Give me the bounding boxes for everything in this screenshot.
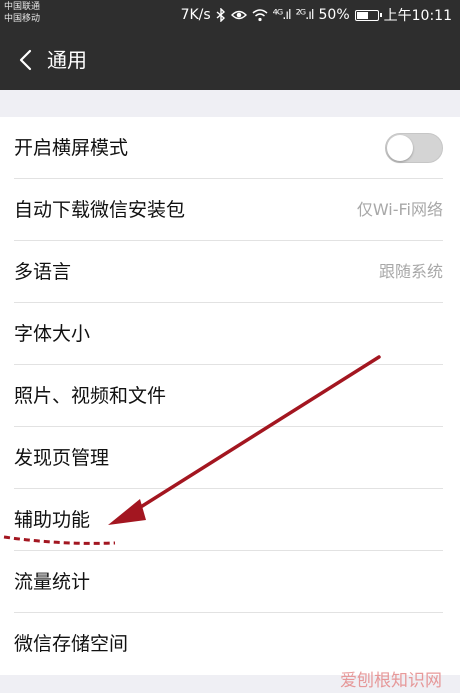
setting-label: 流量统计 [14, 571, 91, 593]
network-speed: 7K/s [180, 7, 211, 23]
back-button[interactable] [10, 42, 40, 78]
setting-auto-download[interactable]: 自动下载微信安装包 仅Wi-Fi网络 [0, 179, 460, 241]
bluetooth-icon [216, 8, 225, 22]
setting-label: 辅助功能 [14, 509, 91, 531]
signal-icon-sim1: ⁴ᴳ.ıl [272, 7, 292, 23]
clock: 上午10:11 [383, 8, 452, 24]
battery-fill [356, 11, 368, 19]
landscape-toggle[interactable] [385, 133, 443, 163]
setting-discover-manage[interactable]: 发现页管理 [0, 427, 460, 489]
setting-media-files[interactable]: 照片、视频和文件 [0, 365, 460, 427]
setting-label: 开启横屏模式 [14, 137, 129, 159]
setting-accessibility[interactable]: 辅助功能 [0, 489, 460, 551]
setting-landscape-mode[interactable]: 开启横屏模式 [0, 117, 460, 179]
settings-list: 开启横屏模式 自动下载微信安装包 仅Wi-Fi网络 多语言 跟随系统 字体大小 … [0, 117, 460, 675]
toggle-knob [387, 135, 413, 161]
setting-value: 跟随系统 [378, 262, 443, 281]
status-indicators: 7K/s ⁴ᴳ.ıl ²ᴳ.ıl 50% 上午10:11 [181, 0, 452, 30]
wifi-icon [252, 8, 268, 21]
setting-language[interactable]: 多语言 跟随系统 [0, 241, 460, 303]
signal-icon-sim2: ²ᴳ.ıl [295, 7, 315, 23]
carrier-1: 中国联通 [4, 2, 41, 12]
setting-traffic-stats[interactable]: 流量统计 [0, 551, 460, 613]
eye-icon [230, 10, 247, 20]
carrier-info: 中国联通 中国移动 [4, 1, 40, 25]
setting-value: 仅Wi-Fi网络 [356, 200, 443, 219]
setting-label: 发现页管理 [14, 447, 110, 469]
setting-label: 微信存储空间 [14, 633, 129, 655]
setting-label: 自动下载微信安装包 [14, 199, 186, 221]
page-title: 通用 [47, 48, 87, 72]
watermark: 爱刨根知识网 [340, 671, 442, 691]
status-bar: 中国联通 中国移动 7K/s ⁴ᴳ.ıl ²ᴳ.ıl 50% 上午10:11 [0, 0, 460, 30]
battery-icon [354, 9, 382, 21]
setting-label: 照片、视频和文件 [14, 385, 167, 407]
battery-percent: 50% [318, 7, 350, 23]
top-nav-bar: 通用 [0, 30, 460, 90]
setting-label: 字体大小 [14, 323, 91, 345]
carrier-2: 中国移动 [4, 14, 41, 24]
setting-font-size[interactable]: 字体大小 [0, 303, 460, 365]
chevron-left-icon [19, 49, 32, 71]
setting-label: 多语言 [14, 261, 72, 283]
